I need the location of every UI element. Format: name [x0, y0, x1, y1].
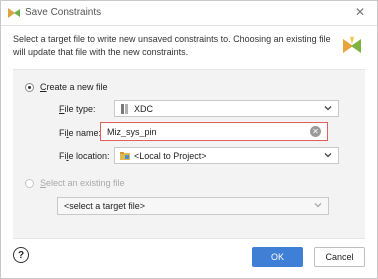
- help-button[interactable]: ?: [13, 247, 29, 263]
- select-existing-radio[interactable]: [25, 178, 34, 188]
- description-text: Select a target file to write new unsave…: [13, 34, 331, 57]
- file-location-dropdown[interactable]: <Local to Project>: [114, 147, 339, 164]
- select-existing-file-option[interactable]: Select an existing file: [25, 178, 125, 188]
- file-name-input[interactable]: [107, 125, 297, 138]
- file-name-field[interactable]: ✕: [100, 122, 328, 141]
- file-name-label: File name:: [59, 128, 102, 138]
- xdc-file-icon: [121, 104, 128, 114]
- clear-icon[interactable]: ✕: [310, 126, 321, 137]
- window-title: Save Constraints: [25, 7, 102, 18]
- ok-button[interactable]: OK: [252, 247, 303, 267]
- save-constraints-dialog: Save Constraints ✕ Select a target file …: [0, 0, 378, 279]
- cancel-button[interactable]: Cancel: [314, 247, 365, 267]
- file-type-dropdown[interactable]: XDC: [114, 100, 339, 117]
- chevron-down-icon: [324, 106, 332, 111]
- create-new-label: Create a new file: [40, 82, 108, 92]
- folder-icon: [120, 152, 130, 160]
- chevron-down-icon: [314, 203, 322, 208]
- select-existing-label: Select an existing file: [40, 178, 125, 188]
- file-type-label: File type:: [59, 104, 96, 114]
- title-bar: Save Constraints ✕: [1, 1, 377, 26]
- create-new-radio[interactable]: [25, 82, 34, 92]
- existing-file-dropdown[interactable]: <select a target file>: [57, 197, 329, 215]
- chevron-down-icon: [324, 153, 332, 158]
- vivado-app-icon: [8, 8, 20, 18]
- vivado-logo-icon: [343, 37, 361, 53]
- target-file-section: Create a new file File type: XDC File na…: [13, 69, 365, 239]
- file-location-label: File location:: [59, 151, 110, 161]
- file-location-value: <Local to Project>: [134, 151, 207, 161]
- create-new-file-option[interactable]: Create a new file: [25, 82, 108, 92]
- file-type-value: XDC: [134, 104, 154, 114]
- close-icon[interactable]: ✕: [353, 5, 367, 19]
- existing-file-placeholder: <select a target file>: [64, 201, 146, 211]
